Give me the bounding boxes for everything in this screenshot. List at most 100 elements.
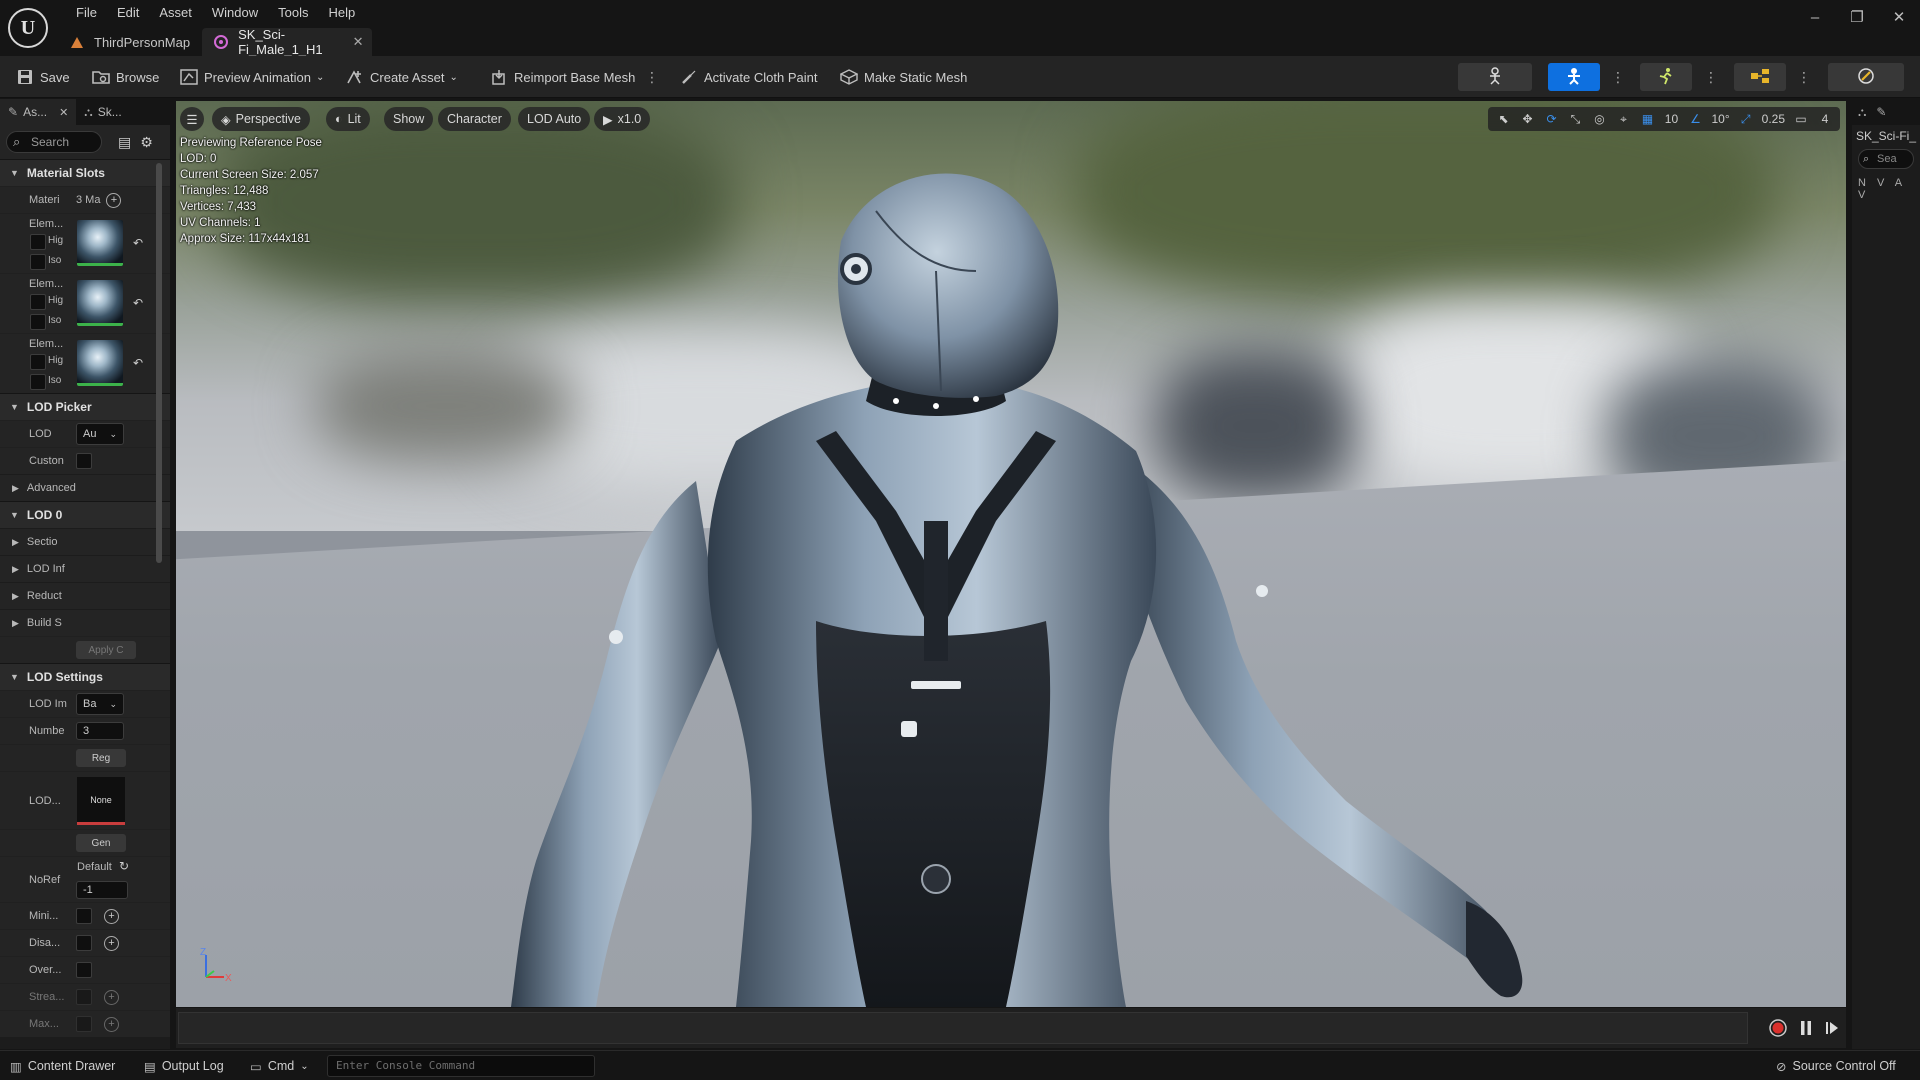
- menu-window[interactable]: Window: [202, 2, 268, 24]
- mesh-mode-button[interactable]: [1548, 63, 1600, 91]
- table-view-icon[interactable]: ▤: [118, 134, 131, 151]
- make-static-mesh-button[interactable]: Make Static Mesh: [840, 56, 967, 98]
- build-settings-item[interactable]: ▶ Build S: [0, 609, 170, 636]
- right-search-input[interactable]: ⌕ Sea: [1858, 149, 1914, 169]
- scale-snap-value[interactable]: 0.25: [1759, 108, 1788, 130]
- cmd-dropdown[interactable]: ▭ Cmd ⌄: [250, 1051, 309, 1080]
- physics-mode-button[interactable]: [1828, 63, 1904, 91]
- world-space-icon[interactable]: ◎: [1588, 108, 1610, 130]
- skeleton-tree-icon[interactable]: ⛬: [1858, 105, 1866, 120]
- lod-settings-header[interactable]: ▼ LOD Settings: [0, 663, 170, 690]
- source-control-button[interactable]: ⊘ Source Control Off: [1776, 1051, 1896, 1080]
- lod-combo[interactable]: Au ⌄: [76, 423, 124, 445]
- preview-animation-button[interactable]: Preview Animation ⌄: [180, 56, 324, 98]
- isolate-checkbox[interactable]: [30, 254, 46, 270]
- scale-snap-icon[interactable]: ⤢: [1735, 108, 1757, 130]
- override-checkbox[interactable]: [76, 962, 92, 978]
- highlight-checkbox[interactable]: [30, 234, 46, 250]
- timeline-track[interactable]: [178, 1012, 1748, 1044]
- gear-icon[interactable]: ⚙: [140, 134, 153, 151]
- close-window-button[interactable]: ✕: [1878, 0, 1920, 34]
- maximize-button[interactable]: ❐: [1836, 0, 1878, 34]
- output-log-button[interactable]: ▤ Output Log: [144, 1051, 224, 1080]
- tab-thirdpersonmap[interactable]: ThirdPersonMap: [58, 28, 202, 56]
- menu-tools[interactable]: Tools: [268, 2, 318, 24]
- rotate-icon[interactable]: ⟳: [1540, 108, 1562, 130]
- grid-snap-icon[interactable]: ▦: [1636, 108, 1658, 130]
- close-icon[interactable]: ✕: [59, 106, 68, 119]
- animation-options-icon[interactable]: ⋮: [1704, 68, 1718, 86]
- record-button[interactable]: [1768, 1018, 1788, 1038]
- playback-speed-button[interactable]: ▶ x1.0: [594, 107, 651, 131]
- perspective-button[interactable]: ◈ Perspective: [212, 107, 310, 131]
- rotation-snap-icon[interactable]: ∠: [1684, 108, 1706, 130]
- material-slots-header[interactable]: ▼ Material Slots: [0, 159, 170, 186]
- menu-edit[interactable]: Edit: [107, 2, 149, 24]
- custom-lod-checkbox[interactable]: [76, 453, 92, 469]
- apply-changes-button[interactable]: Apply C: [76, 641, 136, 659]
- unreal-logo-icon[interactable]: U: [8, 8, 48, 48]
- min-lod-checkbox[interactable]: [76, 908, 92, 924]
- reset-icon[interactable]: ↶: [133, 356, 143, 370]
- skeleton-mode-button[interactable]: [1458, 63, 1532, 91]
- create-asset-button[interactable]: Create Asset ⌄: [346, 56, 458, 98]
- disable-checkbox[interactable]: [76, 935, 92, 951]
- reset-icon[interactable]: ↶: [133, 236, 143, 250]
- lod0-header[interactable]: ▼ LOD 0: [0, 501, 170, 528]
- lod-auto-button[interactable]: LOD Auto: [518, 107, 591, 131]
- select-icon[interactable]: ⬉: [1492, 108, 1514, 130]
- lod-picker-header[interactable]: ▼ LOD Picker: [0, 393, 170, 420]
- details-search-input[interactable]: ⌕ Search: [6, 131, 102, 153]
- camera-speed-icon[interactable]: ▭: [1790, 108, 1812, 130]
- animation-mode-button[interactable]: [1640, 63, 1692, 91]
- grid-snap-value[interactable]: 10: [1660, 108, 1682, 130]
- reset-icon[interactable]: ↻: [119, 859, 129, 873]
- blueprint-options-icon[interactable]: ⋮: [1797, 68, 1811, 86]
- tab-asset-details[interactable]: ✎ As... ✕: [0, 99, 77, 125]
- add-icon[interactable]: +: [104, 935, 119, 951]
- add-material-icon[interactable]: +: [106, 192, 122, 208]
- material-thumbnail[interactable]: [77, 280, 123, 326]
- pause-button[interactable]: [1796, 1018, 1816, 1038]
- reimport-base-mesh-button[interactable]: Reimport Base Mesh: [490, 56, 635, 98]
- rotation-snap-value[interactable]: 10°: [1708, 108, 1732, 130]
- menu-asset[interactable]: Asset: [149, 2, 202, 24]
- tab-skeletal-mesh[interactable]: SK_Sci-Fi_Male_1_H1 ✕: [202, 27, 373, 57]
- reimport-options-icon[interactable]: ⋮: [645, 68, 659, 86]
- material-thumbnail[interactable]: [77, 340, 123, 386]
- step-forward-button[interactable]: [1822, 1018, 1842, 1038]
- lod-import-combo[interactable]: Ba ⌄: [76, 693, 124, 715]
- viewport-menu-button[interactable]: ☰: [180, 107, 204, 131]
- sections-item[interactable]: ▶ Sectio: [0, 528, 170, 555]
- reset-icon[interactable]: ↶: [133, 296, 143, 310]
- highlight-checkbox[interactable]: [30, 294, 46, 310]
- advanced-section[interactable]: ▶ Advanced: [0, 474, 170, 501]
- lit-button[interactable]: ◐ Lit: [326, 107, 370, 131]
- number-of-lods-input[interactable]: 3: [76, 722, 124, 740]
- generate-button[interactable]: Gen: [76, 834, 126, 852]
- minimize-button[interactable]: –: [1794, 0, 1836, 34]
- regenerate-button[interactable]: Reg: [76, 749, 126, 767]
- content-drawer-button[interactable]: ▥ Content Drawer: [10, 1051, 115, 1080]
- character-button[interactable]: Character: [438, 107, 511, 131]
- isolate-checkbox[interactable]: [30, 374, 46, 390]
- details-icon[interactable]: ✎: [1876, 105, 1886, 119]
- show-button[interactable]: Show: [384, 107, 434, 131]
- add-icon[interactable]: +: [104, 908, 119, 924]
- save-button[interactable]: Save: [16, 56, 70, 98]
- menu-help[interactable]: Help: [318, 2, 365, 24]
- lod-settings-asset-thumbnail[interactable]: None: [77, 777, 125, 825]
- isolate-checkbox[interactable]: [30, 314, 46, 330]
- reduction-item[interactable]: ▶ Reduct: [0, 582, 170, 609]
- console-command-input[interactable]: Enter Console Command: [327, 1055, 595, 1077]
- highlight-checkbox[interactable]: [30, 354, 46, 370]
- noref-number-input[interactable]: -1: [76, 881, 128, 899]
- blueprint-mode-button[interactable]: [1734, 63, 1786, 91]
- camera-speed-value[interactable]: 4: [1814, 108, 1836, 130]
- tab-skeleton-tree[interactable]: ⛬ Sk...: [76, 99, 129, 125]
- material-thumbnail[interactable]: [77, 220, 123, 266]
- details-scrollbar[interactable]: [156, 163, 162, 563]
- preview-viewport[interactable]: Previewing Reference Pose LOD: 0 Current…: [176, 101, 1846, 1007]
- mesh-options-icon[interactable]: ⋮: [1611, 68, 1625, 86]
- scale-icon[interactable]: ⤡: [1564, 108, 1586, 130]
